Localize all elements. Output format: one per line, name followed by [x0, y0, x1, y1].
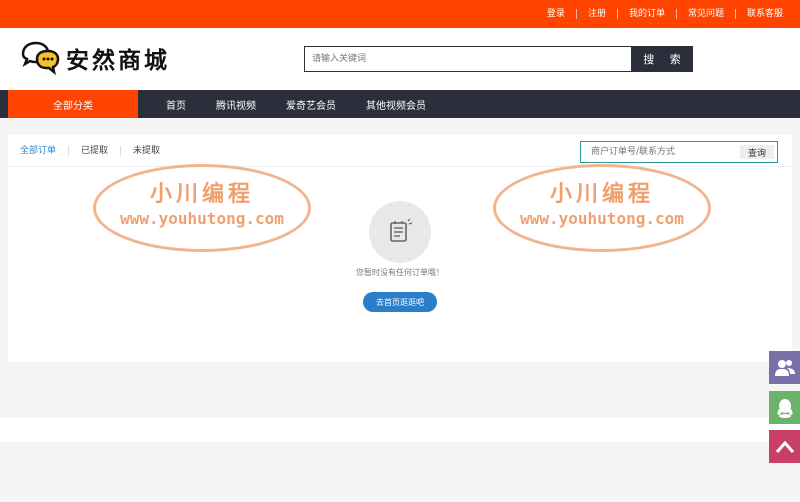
logo-text: 安然商城: [66, 47, 170, 74]
go-home-button[interactable]: 去首页逛逛吧: [363, 292, 437, 312]
nav-item-home[interactable]: 首页: [166, 97, 186, 112]
watermark: 小川编程 www.youhutong.com: [93, 164, 311, 252]
contact-support-link[interactable]: 联系客服: [734, 9, 794, 19]
header: 安然商城 搜 索: [0, 28, 800, 90]
logo[interactable]: 安然商城: [20, 41, 170, 75]
nav-item-tencent-video[interactable]: 腾讯视频: [216, 97, 256, 112]
main-nav: 全部分类 首页 腾讯视频 爱奇艺会员 其他视频会员: [0, 90, 800, 118]
empty-orders-icon: [369, 201, 431, 263]
watermark-url: www.youhutong.com: [120, 209, 284, 228]
watermark-title: 小川编程: [149, 181, 254, 207]
top-bar: 登录 注册 我的订单 常见问题 联系客服: [0, 0, 800, 28]
chat-bubbles-icon: [21, 41, 60, 75]
watermark-url: www.youhutong.com: [520, 209, 684, 228]
tab-not-extracted[interactable]: 未提取: [120, 145, 172, 156]
my-orders-link[interactable]: 我的订单: [616, 9, 676, 19]
faq-link[interactable]: 常见问题: [675, 9, 735, 19]
login-link[interactable]: 登录: [536, 9, 576, 19]
nav-all-categories[interactable]: 全部分类: [8, 90, 138, 118]
empty-orders-message: 您暂时没有任何订单哦！: [356, 268, 444, 277]
nav-item-iqiyi-vip[interactable]: 爱奇艺会员: [286, 97, 336, 112]
search-button[interactable]: 搜 索: [631, 46, 693, 72]
notepad-icon: [390, 218, 413, 242]
qq-icon: [777, 398, 792, 418]
side-qq-button[interactable]: [769, 391, 800, 424]
order-search-input[interactable]: [581, 142, 740, 162]
tab-extracted[interactable]: 已提取: [68, 145, 120, 156]
search-input[interactable]: [304, 46, 631, 72]
order-search-button[interactable]: 查询: [740, 145, 774, 159]
order-search-box: 查询: [580, 141, 778, 163]
watermark-title: 小川编程: [549, 181, 654, 207]
side-back-to-top-button[interactable]: [769, 430, 800, 463]
users-icon: [774, 359, 795, 376]
footer-strip: [0, 418, 800, 442]
watermark: 小川编程 www.youhutong.com: [493, 164, 711, 252]
register-link[interactable]: 注册: [575, 9, 617, 19]
orders-panel: 全部订单 已提取 未提取 查询 您暂时没有任何订单哦！ 去首页逛逛吧: [8, 135, 792, 362]
side-users-button[interactable]: [769, 351, 800, 384]
back-to-top-icon: [775, 440, 794, 453]
nav-item-other-video-vip[interactable]: 其他视频会员: [366, 97, 426, 112]
tab-all-orders[interactable]: 全部订单: [20, 146, 68, 156]
search-bar: 搜 索: [304, 46, 693, 72]
